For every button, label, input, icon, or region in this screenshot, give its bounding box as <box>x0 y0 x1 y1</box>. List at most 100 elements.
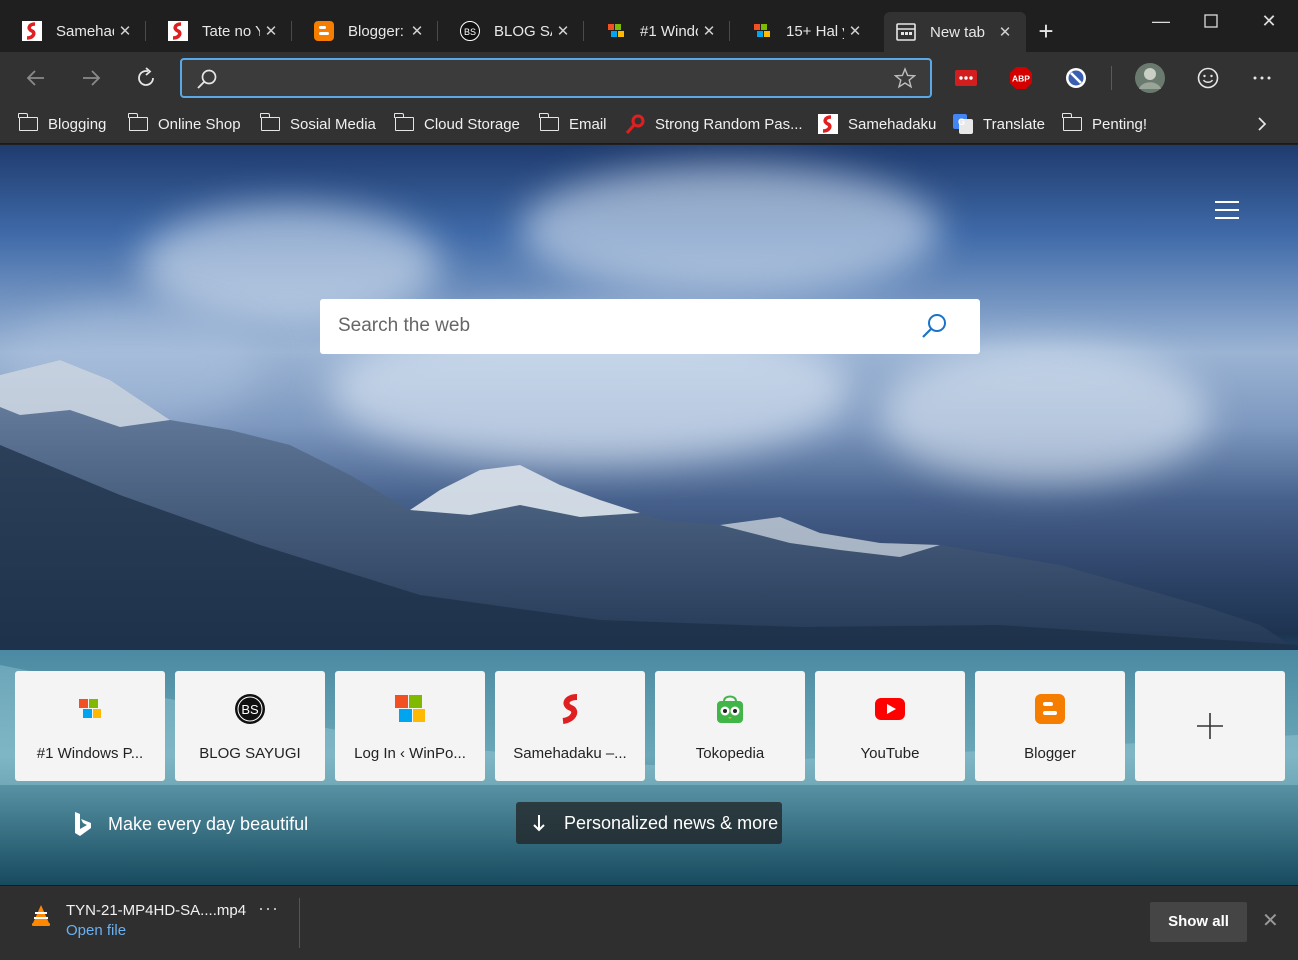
download-more-icon[interactable]: ··· <box>258 898 279 919</box>
samehadaku-icon <box>818 114 838 134</box>
quick-link-tile[interactable]: Log In ‹ WinPo... <box>335 671 485 781</box>
bookmark-samehadaku[interactable]: Samehadaku <box>818 112 936 136</box>
close-icon[interactable]: ✕ <box>260 22 282 40</box>
close-icon[interactable]: ✕ <box>406 22 428 40</box>
adblock-plus-icon[interactable]: ABP <box>1009 66 1033 90</box>
tab-new-tab[interactable]: New tab ✕ <box>884 12 1026 52</box>
bing-daily-image-link[interactable]: Make every day beautiful <box>72 811 308 837</box>
address-input[interactable] <box>226 64 866 92</box>
bookmark-folder-online-shop[interactable]: Online Shop <box>127 112 241 136</box>
google-translate-icon: G <box>953 114 973 134</box>
web-search-box[interactable] <box>320 299 980 354</box>
close-icon[interactable]: ✕ <box>552 22 574 40</box>
tile-label: Samehadaku –... <box>513 745 627 762</box>
bookmark-label: Cloud Storage <box>424 115 520 133</box>
chevron-right-icon[interactable] <box>1256 112 1268 136</box>
tab-blogger[interactable]: Blogger: Dashboard ✕ <box>292 12 438 50</box>
forward-arrow-icon[interactable] <box>74 62 108 94</box>
toolbar-divider <box>1111 66 1112 90</box>
bookmark-folder-penting[interactable]: Penting! <box>1061 112 1147 136</box>
quick-link-tile[interactable]: Blogger <box>975 671 1125 781</box>
tile-label: BLOG SAYUGI <box>199 745 301 762</box>
tab-label: BLOG SAYUGI <box>494 22 552 40</box>
title-bar: Samehadaku ✕ Tate no Yuusha ✕ Blogger: D… <box>0 0 1298 52</box>
close-download-bar-icon[interactable]: ✕ <box>1262 908 1279 933</box>
feedback-smiley-icon[interactable] <box>1196 66 1220 90</box>
samehadaku-icon <box>168 21 188 41</box>
personalized-news-button[interactable]: Personalized news & more <box>516 802 782 844</box>
close-icon[interactable]: ✕ <box>114 22 136 40</box>
bookmark-folder-blogging[interactable]: Blogging <box>17 112 107 136</box>
quick-link-tile[interactable]: #1 Windows P... <box>15 671 165 781</box>
quick-link-tile[interactable]: YouTube <box>815 671 965 781</box>
back-arrow-icon[interactable] <box>19 62 53 94</box>
bing-caption: Make every day beautiful <box>108 813 309 834</box>
open-file-link[interactable]: Open file <box>66 922 126 939</box>
blogsayugi-icon: BS <box>234 693 266 725</box>
download-bar: TYN-21-MP4HD-SA....mp4 Open file ··· Sho… <box>0 885 1298 960</box>
news-button-label: Personalized news & more <box>564 812 779 833</box>
samehadaku-icon <box>22 21 42 41</box>
bookmark-label: Email <box>569 115 607 133</box>
bookmark-strong-random-password[interactable]: Strong Random Pas... <box>625 112 803 136</box>
favorite-star-icon[interactable] <box>893 67 917 94</box>
more-menu-icon[interactable] <box>1250 66 1274 90</box>
bookmark-folder-email[interactable]: Email <box>538 112 607 136</box>
search-icon[interactable] <box>920 312 948 345</box>
youtube-icon <box>874 693 906 725</box>
window-close-icon[interactable]: ✕ <box>1240 4 1298 38</box>
svg-text:BS: BS <box>241 702 259 717</box>
tab-label: New tab <box>930 23 986 41</box>
key-icon <box>625 114 645 134</box>
windows-icon <box>606 21 626 41</box>
arrow-down-icon <box>532 814 546 832</box>
tab-tate-no-yuusha[interactable]: Tate no Yuusha ✕ <box>146 12 292 50</box>
quick-link-tile[interactable]: BS BLOG SAYUGI <box>175 671 325 781</box>
show-all-button[interactable]: Show all <box>1150 902 1247 942</box>
address-bar[interactable] <box>180 58 932 98</box>
bookmark-translate[interactable]: G Translate <box>953 112 1045 136</box>
tab-label: Blogger: Dashboard <box>348 22 406 40</box>
windows-icon <box>394 693 426 725</box>
page-settings-menu-icon[interactable] <box>1215 201 1239 221</box>
bookmark-label: Online Shop <box>158 115 241 133</box>
folder-icon <box>538 113 559 133</box>
samehadaku-icon <box>554 693 586 725</box>
tab-blog-sayugi[interactable]: BS BLOG SAYUGI ✕ <box>438 12 584 50</box>
bookmark-label: Blogging <box>48 115 107 133</box>
tab-windows-portal[interactable]: #1 Windows Portal ✕ <box>584 12 730 50</box>
blogger-icon <box>1034 693 1066 725</box>
tile-label: Blogger <box>1024 745 1076 762</box>
svg-text:G: G <box>958 117 965 127</box>
bookmark-folder-cloud-storage[interactable]: Cloud Storage <box>393 112 520 136</box>
add-quick-link-tile[interactable] <box>1135 671 1285 781</box>
new-tab-plus-icon[interactable]: + <box>1033 16 1059 46</box>
maximize-icon[interactable] <box>1182 4 1240 38</box>
blocker-icon[interactable] <box>1064 66 1088 90</box>
folder-icon <box>1061 113 1082 133</box>
tab-label: #1 Windows Portal <box>640 22 698 40</box>
tab-samehadaku[interactable]: Samehadaku ✕ <box>0 12 146 50</box>
tile-label: YouTube <box>860 745 920 762</box>
toolbar: ABP <box>0 52 1298 104</box>
search-icon <box>196 68 218 95</box>
add-icon <box>1194 710 1226 742</box>
profile-avatar-icon[interactable] <box>1134 62 1166 94</box>
close-icon[interactable]: ✕ <box>698 22 720 40</box>
web-search-input[interactable] <box>338 311 898 341</box>
tab-15-hal[interactable]: 15+ Hal yang ✕ <box>730 12 876 50</box>
refresh-icon[interactable] <box>129 62 163 94</box>
close-icon[interactable]: ✕ <box>844 22 866 40</box>
bookmark-label: Strong Random Pas... <box>655 115 803 133</box>
vlc-file-icon <box>30 904 52 931</box>
quick-link-tile[interactable]: Tokopedia <box>655 671 805 781</box>
red-extension-icon[interactable] <box>954 66 978 90</box>
quick-link-tile[interactable]: Samehadaku –... <box>495 671 645 781</box>
blogsayugi-icon: BS <box>460 21 480 41</box>
close-icon[interactable]: ✕ <box>994 23 1016 41</box>
bookmark-folder-sosial-media[interactable]: Sosial Media <box>259 112 376 136</box>
bookmark-label: Samehadaku <box>848 115 937 133</box>
newtab-icon <box>896 22 916 42</box>
svg-text:BS: BS <box>464 27 476 37</box>
folder-icon <box>17 113 38 133</box>
